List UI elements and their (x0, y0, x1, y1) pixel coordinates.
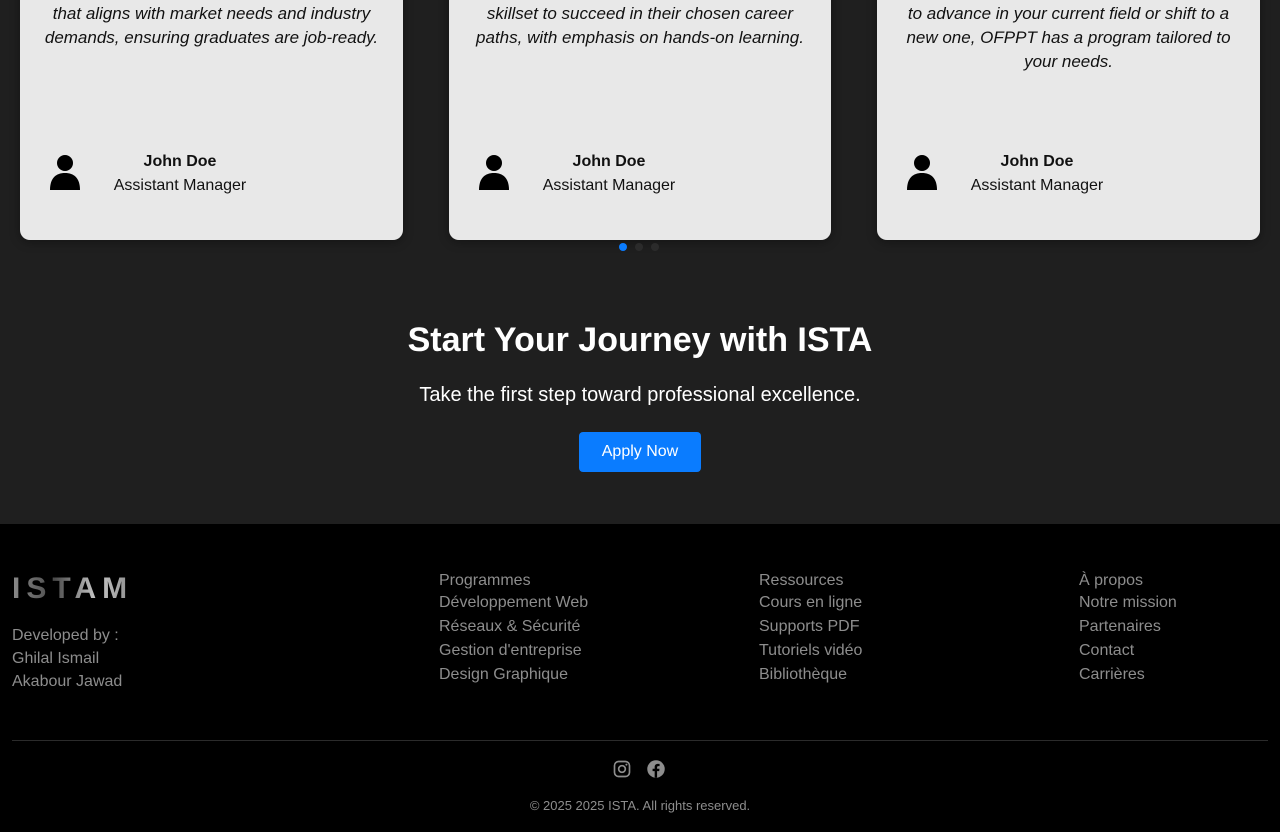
author-name: John Doe (1000, 153, 1074, 170)
carousel-pagination (619, 243, 659, 251)
footer-link[interactable]: Tutoriels vidéo (759, 639, 862, 663)
cta-title: Start Your Journey with ISTA (407, 321, 873, 359)
testimonial-quote: are designed to provide individuals with… (476, 4, 804, 47)
testimonial-card: are designed to provide individuals with… (449, 0, 831, 240)
footer-link[interactable]: Carrières (1079, 663, 1177, 687)
author-name: John Doe (143, 153, 217, 170)
testimonial-card: focuses on providing practical knowledge… (20, 0, 403, 240)
developer-credits: Developed by : Ghilal Ismail Akabour Jaw… (12, 624, 122, 693)
footer-logo[interactable]: ISTAM (12, 572, 133, 606)
footer-link[interactable]: Design Graphique (439, 663, 588, 687)
testimonial-author: John Doe Assistant Manager (539, 150, 679, 198)
social-links (612, 759, 666, 779)
cta-subtitle: Take the first step toward professional … (419, 384, 861, 406)
testimonial-author: John Doe Assistant Manager (110, 150, 250, 198)
carousel-dot-3[interactable] (651, 243, 659, 251)
testimonial-card: professional success. Whether you're loo… (877, 0, 1260, 240)
footer-link[interactable]: Cours en ligne (759, 591, 862, 615)
facebook-icon[interactable] (646, 759, 666, 779)
user-icon (907, 155, 937, 190)
footer-link[interactable]: Bibliothèque (759, 663, 862, 687)
copyright-text: © 2025 2025 ISTA. All rights reserved. (529, 798, 751, 813)
footer-link[interactable]: Gestion d'entreprise (439, 639, 588, 663)
apply-now-button[interactable]: Apply Now (579, 432, 701, 472)
footer-link[interactable]: Notre mission (1079, 591, 1177, 615)
site-footer: ISTAM Developed by : Ghilal Ismail Akabo… (0, 524, 1280, 832)
footer-column-ressources: Ressources Cours en ligne Supports PDF T… (759, 571, 862, 687)
testimonials-section: focuses on providing practical knowledge… (0, 0, 1280, 270)
author-role: Assistant Manager (970, 177, 1104, 194)
developer-name: Ghilal Ismail (12, 650, 100, 667)
testimonial-author: John Doe Assistant Manager (967, 150, 1107, 198)
developed-by-label: Developed by : (12, 627, 119, 644)
developer-name: Akabour Jawad (12, 673, 123, 690)
footer-link[interactable]: Développement Web (439, 591, 588, 615)
author-role: Assistant Manager (542, 177, 676, 194)
testimonial-quote: professional success. Whether you're loo… (906, 4, 1231, 71)
carousel-dot-1[interactable] (619, 243, 627, 251)
footer-link[interactable]: Réseaux & Sécurité (439, 615, 588, 639)
footer-column-title: Ressources (759, 572, 844, 589)
user-icon (50, 155, 80, 190)
footer-column-title: Programmes (439, 572, 531, 589)
testimonial-quote: focuses on providing practical knowledge… (44, 4, 379, 47)
footer-link[interactable]: Contact (1079, 639, 1177, 663)
footer-divider (12, 740, 1268, 741)
footer-column-a-propos: À propos Notre mission Partenaires Conta… (1079, 571, 1177, 687)
author-name: John Doe (572, 153, 646, 170)
footer-column-title: À propos (1079, 572, 1144, 589)
footer-link[interactable]: Partenaires (1079, 615, 1177, 639)
carousel-dot-2[interactable] (635, 243, 643, 251)
cta-section: Start Your Journey with ISTA Take the fi… (0, 270, 1280, 524)
footer-link[interactable]: Supports PDF (759, 615, 862, 639)
user-icon (479, 155, 509, 190)
author-role: Assistant Manager (113, 177, 247, 194)
footer-column-programmes: Programmes Développement Web Réseaux & S… (439, 571, 588, 687)
instagram-icon[interactable] (612, 759, 632, 779)
